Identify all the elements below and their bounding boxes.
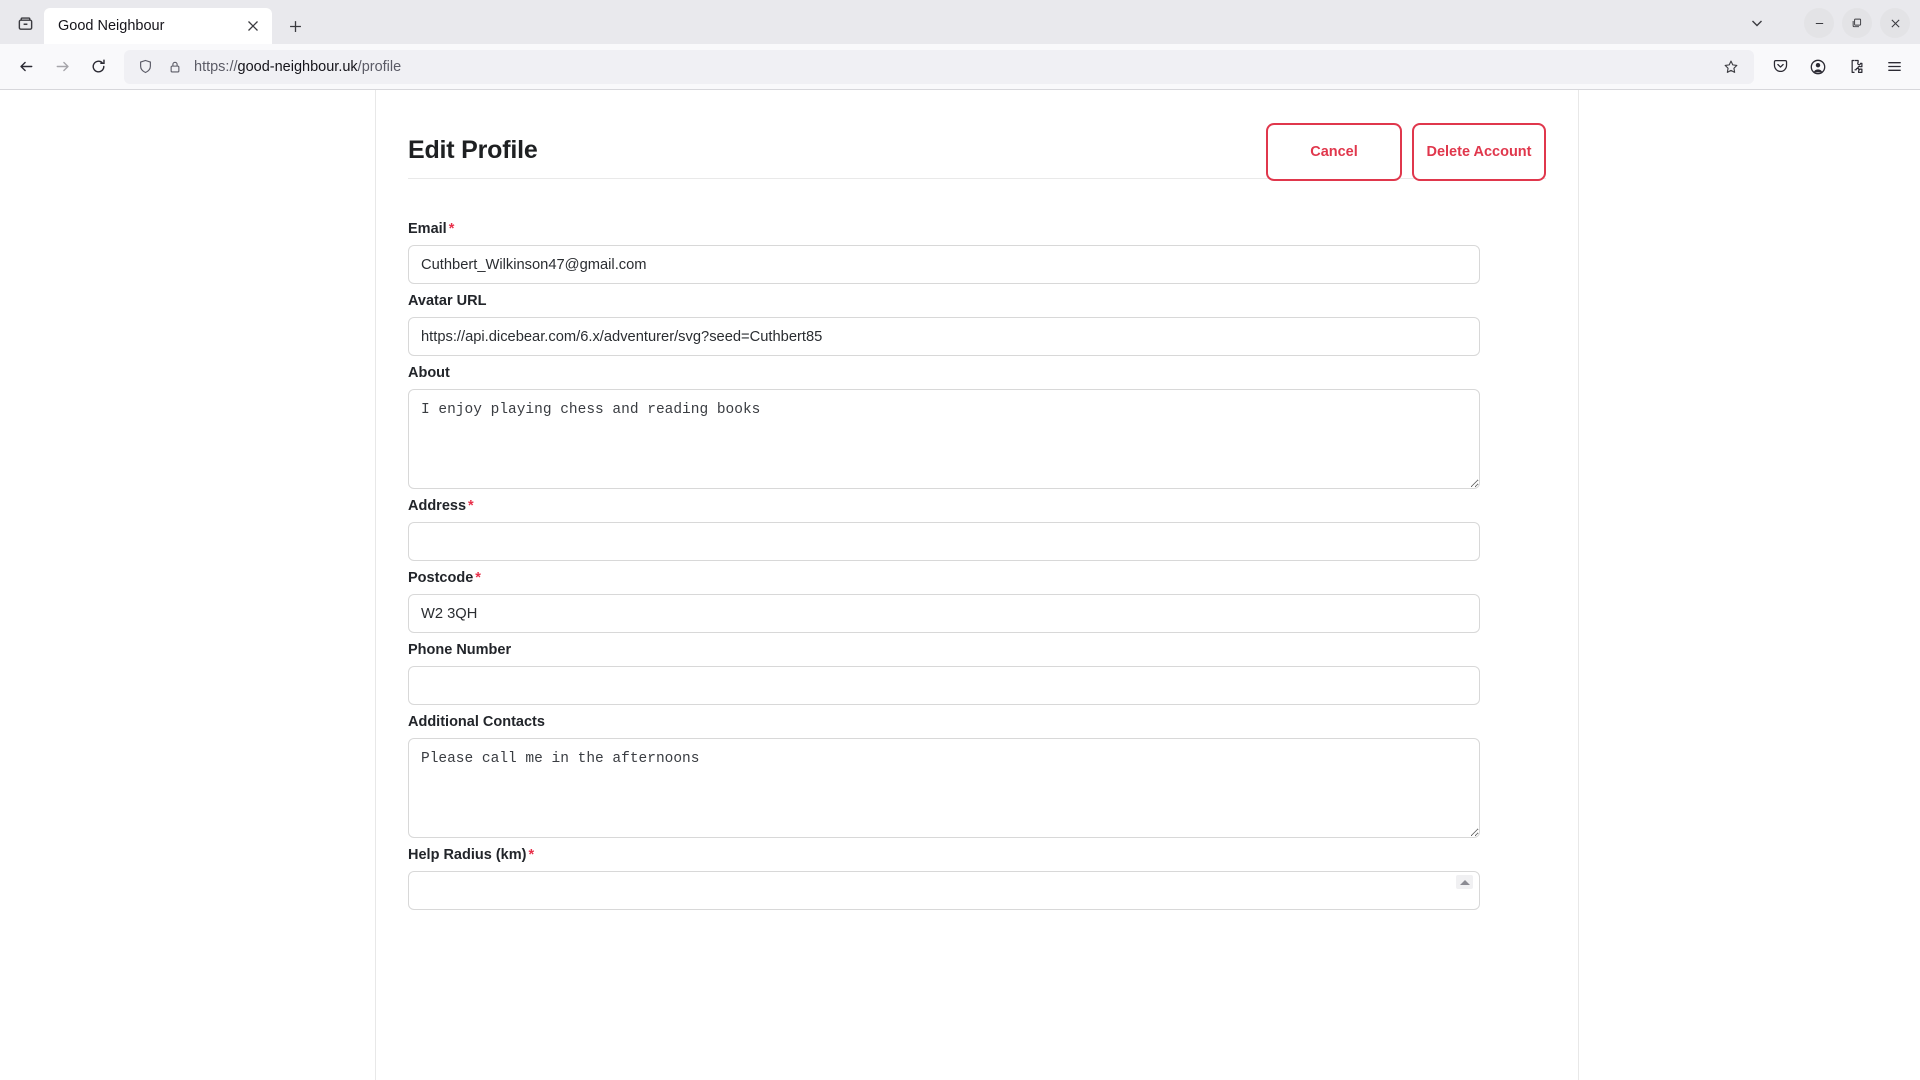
container-tabs-icon[interactable] — [8, 6, 42, 40]
label-avatar-url: Avatar URL — [408, 293, 487, 309]
required-marker: * — [448, 221, 455, 237]
email-input[interactable] — [408, 245, 1480, 284]
field-address: Address * — [408, 498, 1546, 561]
help-radius-input[interactable] — [408, 871, 1480, 910]
window-maximize-button[interactable] — [1842, 8, 1872, 38]
field-phone-number: Phone Number — [408, 642, 1546, 705]
field-postcode: Postcode * — [408, 570, 1546, 633]
label-help-radius: Help Radius (km) * — [408, 847, 1546, 863]
phone-number-input[interactable] — [408, 666, 1480, 705]
tab-title: Good Neighbour — [58, 18, 165, 34]
url-scheme: https:// — [194, 58, 238, 75]
field-additional-contacts: Additional Contacts Please call me in th… — [408, 714, 1546, 838]
account-circle-icon[interactable] — [1800, 49, 1836, 85]
label-about: About — [408, 365, 450, 381]
label-help-radius-text: Help Radius (km) — [408, 847, 527, 863]
window-minimize-button[interactable] — [1804, 8, 1834, 38]
toolbar-actions — [1762, 49, 1912, 85]
label-address: Address * — [408, 498, 1546, 514]
postcode-input[interactable] — [408, 594, 1480, 633]
page-header: Edit Profile Cancel Delete Account — [408, 90, 1546, 181]
label-postcode-text: Postcode — [408, 570, 474, 586]
new-tab-button[interactable] — [278, 9, 312, 43]
required-marker: * — [475, 570, 481, 586]
label-additional-contacts: Additional Contacts — [408, 714, 545, 730]
forward-button[interactable] — [44, 49, 80, 85]
url-bar[interactable]: https://good-neighbour.uk/profile — [124, 49, 1754, 84]
avatar-url-input[interactable] — [408, 317, 1480, 356]
field-email: Email * — [408, 221, 1546, 284]
edit-profile-form: Email* Avatar URL About I enjoy playing … — [408, 179, 1546, 910]
cancel-button[interactable]: Cancel — [1266, 123, 1402, 181]
url-path: /profile — [357, 58, 402, 75]
address-input[interactable] — [408, 522, 1480, 561]
tracking-protection-shield-icon[interactable] — [130, 52, 160, 82]
list-all-tabs-button[interactable] — [1740, 6, 1774, 40]
header-actions: Cancel Delete Account — [1266, 123, 1546, 181]
required-marker: * — [468, 498, 474, 514]
label-email-text: Email — [408, 221, 447, 237]
tab-close-icon[interactable] — [242, 15, 264, 37]
required-marker: * — [528, 847, 535, 863]
about-textarea[interactable]: I enjoy playing chess and reading books — [408, 389, 1480, 489]
browser-window: Good Neighbour https://good-neighbour.uk… — [0, 0, 1920, 1080]
label-phone-number: Phone Number — [408, 642, 512, 658]
label-email: Email * — [408, 221, 1546, 237]
bookmark-star-icon[interactable] — [1714, 49, 1748, 84]
field-about: About I enjoy playing chess and reading … — [408, 365, 1546, 489]
extensions-puzzle-icon[interactable] — [1838, 49, 1874, 85]
reload-button[interactable] — [80, 49, 116, 85]
window-close-button[interactable] — [1880, 8, 1910, 38]
browser-tab[interactable]: Good Neighbour — [44, 8, 272, 44]
pocket-save-icon[interactable] — [1762, 49, 1798, 85]
help-radius-wrapper — [408, 871, 1480, 910]
field-avatar-url: Avatar URL — [408, 293, 1546, 356]
url-host: good-neighbour.uk — [237, 58, 358, 75]
padlock-icon[interactable] — [160, 52, 190, 82]
application-menu-icon[interactable] — [1876, 49, 1912, 85]
page-viewport: Edit Profile Cancel Delete Account Email… — [0, 90, 1920, 1080]
page-content: Edit Profile Cancel Delete Account Email… — [376, 90, 1578, 910]
url-text[interactable]: https://good-neighbour.uk/profile — [190, 59, 1720, 75]
page-container: Edit Profile Cancel Delete Account Email… — [375, 90, 1579, 1080]
number-spinner-up-icon[interactable] — [1456, 875, 1473, 889]
additional-contacts-textarea[interactable]: Please call me in the afternoons — [408, 738, 1480, 838]
back-button[interactable] — [8, 49, 44, 85]
label-address-text: Address — [408, 498, 467, 514]
field-help-radius: Help Radius (km) * — [408, 847, 1546, 910]
navigation-toolbar: https://good-neighbour.uk/profile — [0, 44, 1920, 90]
tab-strip: Good Neighbour — [0, 0, 1920, 44]
window-controls — [1804, 8, 1910, 38]
label-postcode: Postcode * — [408, 570, 1546, 586]
page-title: Edit Profile — [408, 136, 538, 164]
delete-account-button[interactable]: Delete Account — [1412, 123, 1546, 181]
